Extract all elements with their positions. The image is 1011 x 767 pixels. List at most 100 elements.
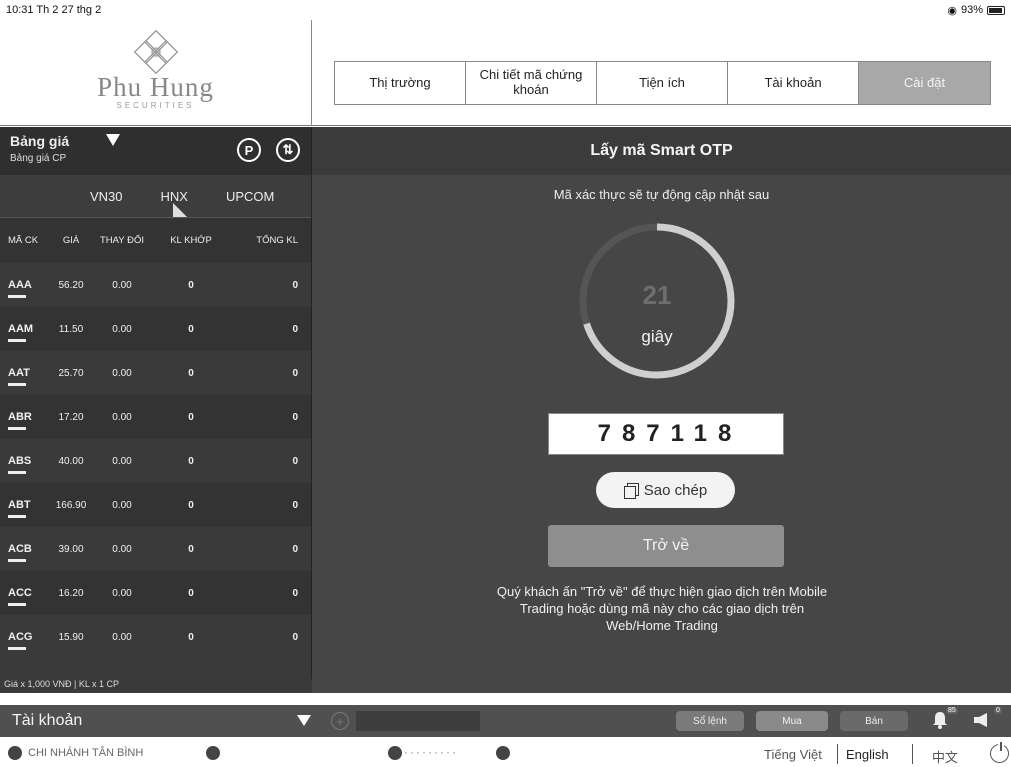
lang-english[interactable]: English (846, 747, 889, 762)
copy-button[interactable]: Sao chép (596, 472, 735, 508)
col-match-volume[interactable]: KL KHỚP (150, 235, 232, 246)
price-board-panel: Bảng giá Bảng giá CP P ⇅ VN30 HNX UPCOM … (0, 127, 312, 693)
copy-icon (623, 482, 639, 499)
stock-price: 40.00 (58, 455, 84, 467)
user-icon (8, 746, 22, 760)
table-row[interactable]: ABT 166.90 0.00 0 0 (0, 483, 311, 527)
table-header: MÃ CK GIÁ THAY ĐỔI KL KHỚP TỔNG KL (0, 217, 311, 263)
account-selector[interactable]: Tài khoản (12, 712, 82, 730)
tab-upcom[interactable]: UPCOM (226, 189, 274, 204)
smart-otp-panel: Lấy mã Smart OTP Mã xác thực sẽ tự động … (312, 127, 1011, 693)
stock-match-volume: 0 (188, 279, 194, 291)
tab-utilities[interactable]: Tiện ích (597, 62, 728, 104)
table-row[interactable]: ACC 16.20 0.00 0 0 (0, 571, 311, 615)
col-total-volume[interactable]: TỔNG KL (232, 235, 302, 246)
table-row[interactable]: AAA 56.20 0.00 0 0 (0, 263, 311, 307)
stock-price: 16.20 (58, 587, 84, 599)
stock-total-volume: 0 (292, 323, 298, 335)
stock-change: 0.00 (112, 411, 132, 423)
board-dropdown-icon[interactable] (106, 134, 120, 146)
stock-match-volume: 0 (188, 367, 194, 379)
stock-match-volume: 0 (188, 499, 194, 511)
countdown-seconds: 21 (642, 280, 672, 310)
stock-total-volume: 0 (292, 499, 298, 511)
stock-code: ABS (0, 455, 48, 474)
sell-button[interactable]: Bán (840, 711, 908, 731)
stock-price: 11.50 (58, 323, 84, 335)
status-time: 10:31 (6, 4, 34, 16)
stock-match-volume: 0 (188, 587, 194, 599)
stock-price: 25.70 (58, 367, 84, 379)
power-icon[interactable] (990, 742, 1009, 763)
board-title[interactable]: Bảng giá (10, 133, 69, 149)
stock-match-volume: 0 (188, 543, 194, 555)
dots-icon: ········· (404, 745, 458, 759)
stock-code: ACB (0, 543, 48, 562)
stock-match-volume: 0 (188, 411, 194, 423)
sort-marker-icon (173, 203, 187, 217)
stock-total-volume: 0 (292, 455, 298, 467)
switch-icon[interactable]: ⇅ (276, 138, 300, 162)
exchange-tabs: VN30 HNX UPCOM (0, 175, 311, 217)
tab-hnx[interactable]: HNX (161, 189, 188, 204)
stock-total-volume: 0 (292, 367, 298, 379)
order-book-button[interactable]: Sổ lệnh (676, 711, 744, 731)
back-button[interactable]: Trở về (548, 525, 784, 567)
battery-icon (987, 5, 1005, 15)
buy-button[interactable]: Mua (756, 711, 828, 731)
col-price[interactable]: GIÁ (48, 235, 94, 246)
tab-account[interactable]: Tài khoản (728, 62, 859, 104)
board-header: Bảng giá Bảng giá CP P ⇅ (0, 127, 311, 175)
stock-total-volume: 0 (292, 543, 298, 555)
tab-market[interactable]: Thị trường (335, 62, 466, 104)
stock-code: ABR (0, 411, 48, 430)
table-row[interactable]: AAM 11.50 0.00 0 0 (0, 307, 311, 351)
chat-icon[interactable] (388, 746, 402, 760)
table-row[interactable]: AAT 25.70 0.00 0 0 (0, 351, 311, 395)
col-change[interactable]: THAY ĐỔI (94, 235, 150, 246)
countdown-unit: giây (641, 327, 673, 346)
lang-divider (837, 744, 838, 764)
stock-total-volume: 0 (292, 587, 298, 599)
table-row[interactable]: ACG 15.90 0.00 0 0 (0, 615, 311, 659)
stock-code: ABT (0, 499, 48, 518)
otp-title: Lấy mã Smart OTP (590, 142, 733, 159)
table-row[interactable]: ABS 40.00 0.00 0 0 (0, 439, 311, 483)
stock-code: AAA (0, 279, 48, 298)
stock-change: 0.00 (112, 631, 132, 643)
lang-chinese[interactable]: 中文 (932, 747, 958, 766)
table-row[interactable]: ABR 17.20 0.00 0 0 (0, 395, 311, 439)
otp-subtitle: Mã xác thực sẽ tự động cập nhật sau (553, 187, 770, 202)
board-rows: AAA 56.20 0.00 0 0 AAM 11.50 0.00 0 0 AAT 25.70 0.00… (0, 263, 311, 659)
stock-price: 15.90 (58, 631, 84, 643)
phone-icon[interactable] (206, 746, 220, 760)
add-icon[interactable]: + (331, 712, 349, 730)
megaphone-icon[interactable] (972, 711, 992, 729)
account-field[interactable] (356, 711, 480, 731)
stock-code: ACG (0, 631, 48, 650)
table-row[interactable]: ACB 39.00 0.00 0 0 (0, 527, 311, 571)
status-right: ◉ 93% (947, 4, 1005, 17)
tab-stock-detail[interactable]: Chi tiết mã chứng khoán (466, 62, 597, 104)
otp-title-bar: Lấy mã Smart OTP (312, 127, 1011, 175)
stock-change: 0.00 (112, 279, 132, 291)
stock-change: 0.00 (112, 543, 132, 555)
brand-logo[interactable]: Phu Hung SECURITIES (0, 20, 312, 126)
search-symbol-icon[interactable]: P (237, 138, 261, 162)
stock-code: AAT (0, 367, 48, 386)
lang-divider (912, 744, 913, 764)
col-code[interactable]: MÃ CK (0, 235, 48, 246)
tab-settings[interactable]: Cài đặt (859, 62, 990, 104)
copy-label: Sao chép (643, 481, 708, 499)
status-date: Th 2 27 thg 2 (36, 4, 102, 16)
record-icon[interactable] (496, 746, 510, 760)
status-left: 10:31 Th 2 27 thg 2 (6, 4, 101, 16)
tab-vn30[interactable]: VN30 (90, 189, 123, 204)
lang-vietnamese[interactable]: Tiếng Việt (764, 747, 822, 762)
stock-change: 0.00 (112, 587, 132, 599)
logo-icon (133, 30, 178, 74)
app-header: Phu Hung SECURITIES Thị trường Chi tiết … (0, 20, 1011, 126)
account-dropdown-icon[interactable] (297, 715, 311, 726)
otp-note: Quý khách ấn "Trở về" để thực hiện giao … (496, 584, 828, 633)
stock-change: 0.00 (112, 367, 132, 379)
